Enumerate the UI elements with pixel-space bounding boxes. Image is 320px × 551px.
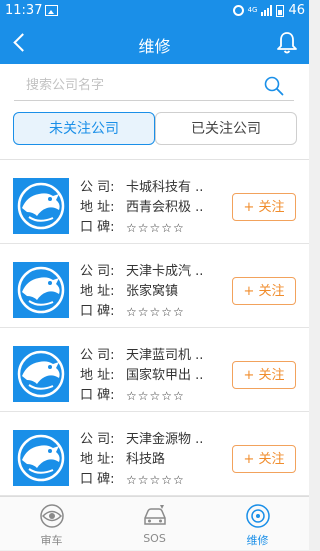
signal-icon <box>261 5 273 16</box>
title-bar: 维修 <box>0 22 309 64</box>
battery-level: 46 <box>288 3 305 18</box>
company-address: 西青会积极 .. <box>126 200 204 215</box>
search-input[interactable] <box>14 72 266 98</box>
address-label: 地 址: <box>80 452 115 467</box>
address-label: 地 址: <box>80 368 115 383</box>
follow-tabs: 未关注公司 已关注公司 <box>13 112 297 146</box>
company-name: 卡城科技有 .. <box>126 180 204 195</box>
company-name: 天津金源物 .. <box>126 432 204 447</box>
company-name: 天津卡成汽 .. <box>126 264 204 279</box>
company-address: 科技路 <box>126 452 166 467</box>
nav-label: SOS <box>143 532 166 545</box>
company-info: 公 司: 卡城科技有 .. 地 址: 西青会积极 .. 口 碑: ☆☆☆☆☆ <box>80 178 220 238</box>
bell-icon[interactable] <box>275 30 299 56</box>
company-logo <box>13 262 69 318</box>
list-item[interactable]: 公 司: 卡城科技有 .. 地 址: 西青会积极 .. 口 碑: ☆☆☆☆☆ + 关注 <box>0 160 309 244</box>
nav-repair[interactable]: 维修 <box>206 497 309 551</box>
company-label: 公 司: <box>80 264 115 279</box>
rating-stars: ☆☆☆☆☆ <box>126 389 185 403</box>
address-label: 地 址: <box>80 200 115 215</box>
reputation-label: 口 碑: <box>80 472 115 487</box>
company-label: 公 司: <box>80 180 115 195</box>
network-type: 4G <box>247 6 258 14</box>
target-icon <box>246 504 270 528</box>
nav-label: 审车 <box>40 534 63 547</box>
company-logo <box>13 346 69 402</box>
car-icon <box>144 505 166 525</box>
image-notification-icon <box>45 5 58 16</box>
company-address: 国家软甲出 .. <box>126 368 204 383</box>
list-item[interactable]: 公 司: 天津蓝司机 .. 地 址: 国家软甲出 .. 口 碑: ☆☆☆☆☆ + 关注 <box>0 328 309 412</box>
reputation-label: 口 碑: <box>80 304 115 319</box>
rating-stars: ☆☆☆☆☆ <box>126 473 185 487</box>
nav-label: 维修 <box>246 534 269 547</box>
alarm-icon <box>232 5 244 16</box>
tab-unfollowed[interactable]: 未关注公司 <box>13 112 155 145</box>
battery-icon <box>276 4 285 17</box>
nav-inspection[interactable]: 审车 <box>0 497 103 551</box>
follow-button[interactable]: + 关注 <box>232 361 296 389</box>
company-address: 张家窝镇 <box>126 284 179 299</box>
search-bar <box>14 72 294 101</box>
company-info: 公 司: 天津卡成汽 .. 地 址: 张家窝镇 口 碑: ☆☆☆☆☆ <box>80 262 220 322</box>
reputation-label: 口 碑: <box>80 388 115 403</box>
status-bar: 11:37 4G 46 <box>0 0 309 22</box>
company-logo <box>13 430 69 486</box>
list-item[interactable]: 公 司: 天津金源物 .. 地 址: 科技路 口 碑: ☆☆☆☆☆ + 关注 <box>0 412 309 496</box>
tab-followed[interactable]: 已关注公司 <box>155 112 297 145</box>
company-info: 公 司: 天津金源物 .. 地 址: 科技路 口 碑: ☆☆☆☆☆ <box>80 430 220 490</box>
rating-stars: ☆☆☆☆☆ <box>126 305 185 319</box>
nav-sos[interactable]: SOS <box>103 497 206 551</box>
follow-button[interactable]: + 关注 <box>232 277 296 305</box>
company-label: 公 司: <box>80 432 115 447</box>
reputation-label: 口 碑: <box>80 220 115 235</box>
rating-stars: ☆☆☆☆☆ <box>126 221 185 235</box>
company-info: 公 司: 天津蓝司机 .. 地 址: 国家软甲出 .. 口 碑: ☆☆☆☆☆ <box>80 346 220 406</box>
company-label: 公 司: <box>80 348 115 363</box>
status-icons: 4G 46 <box>232 3 305 18</box>
address-label: 地 址: <box>80 284 115 299</box>
eye-icon <box>40 504 64 528</box>
follow-button[interactable]: + 关注 <box>232 193 296 221</box>
search-icon[interactable] <box>264 76 284 96</box>
status-time: 11:37 <box>5 3 43 18</box>
list-item[interactable]: 公 司: 天津卡成汽 .. 地 址: 张家窝镇 口 碑: ☆☆☆☆☆ + 关注 <box>0 244 309 328</box>
main-content: 未关注公司 已关注公司 公 司: 卡城科技有 .. 地 址: 西青会积极 .. 口 … <box>0 64 309 496</box>
company-logo <box>13 178 69 234</box>
bottom-nav: 审车 SOS 维修 <box>0 496 309 550</box>
company-list: 公 司: 卡城科技有 .. 地 址: 西青会积极 .. 口 碑: ☆☆☆☆☆ + 关注… <box>0 160 309 496</box>
follow-button[interactable]: + 关注 <box>232 445 296 473</box>
company-name: 天津蓝司机 .. <box>126 348 204 363</box>
page-title: 维修 <box>138 37 171 56</box>
